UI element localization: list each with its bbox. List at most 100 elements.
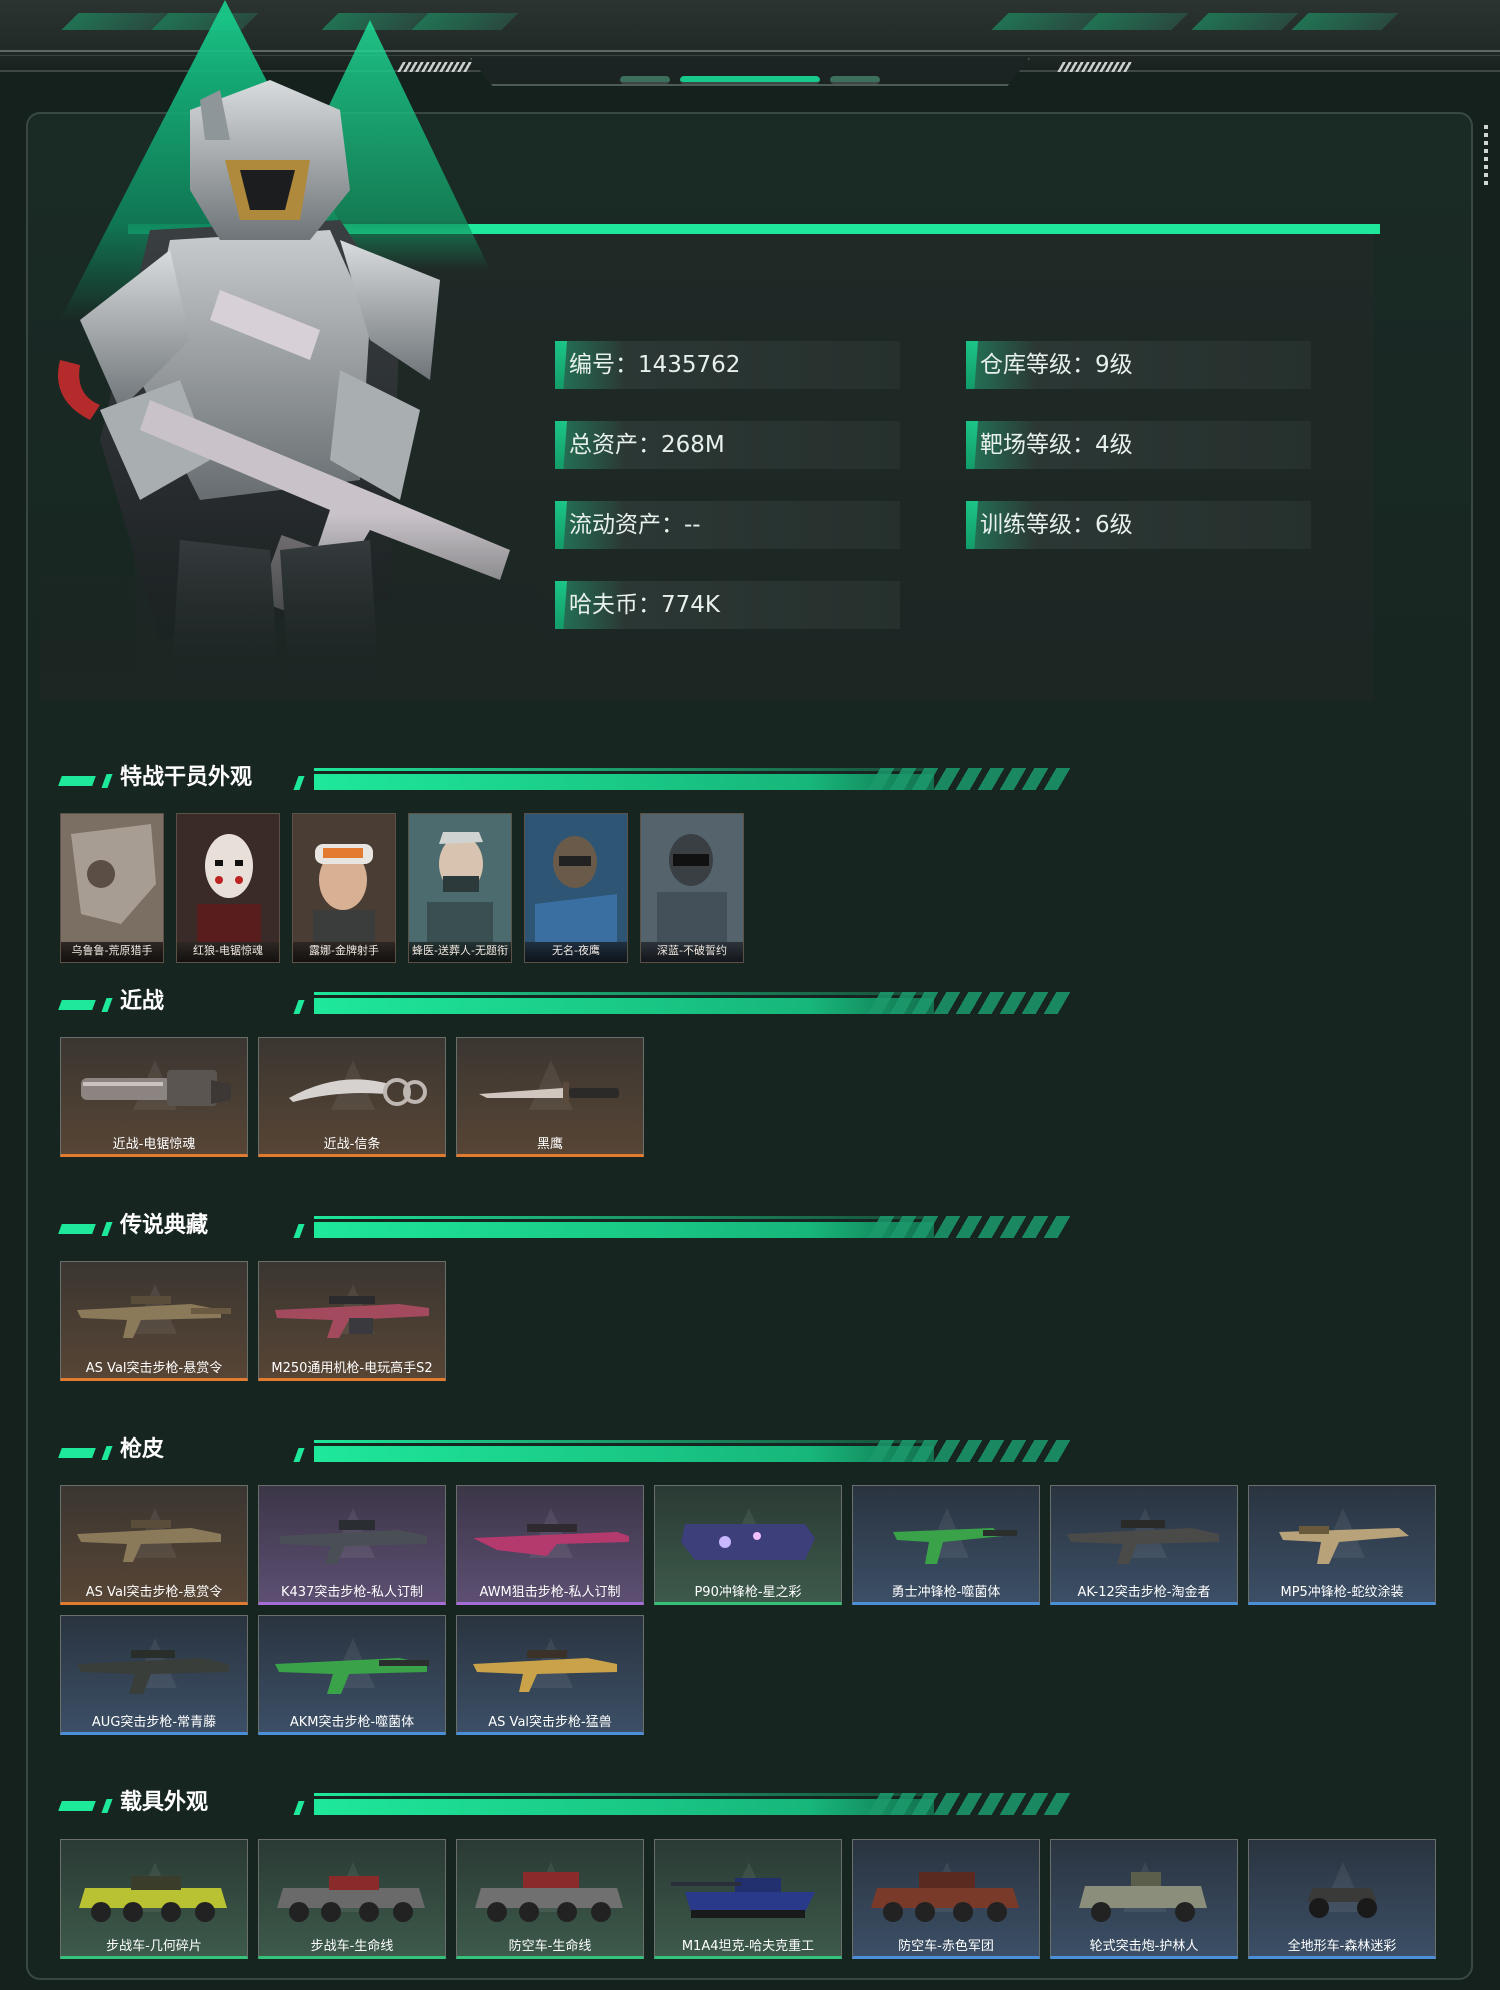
item-name: 全地形车-森林迷彩	[1287, 1939, 1397, 1954]
operator-portrait	[40, 80, 540, 700]
stat-colon: ：	[1072, 512, 1095, 538]
stat-haf-coin: 哈夫币：774K	[555, 581, 900, 629]
operator-portrait-thumb	[409, 814, 511, 942]
operator-name: 蜂医-送葬人-无题衔	[409, 940, 511, 962]
legendary-card[interactable]: M250通用机枪-电玩高手S2	[258, 1261, 446, 1381]
vehicle-card[interactable]: 步战车-生命线	[258, 1839, 446, 1959]
stat-value: 774K	[661, 592, 720, 618]
melee-card[interactable]: 黑鹰	[456, 1037, 644, 1157]
operator-card[interactable]: 露娜-金牌射手	[292, 813, 396, 963]
operator-name: 无名-夜鹰	[525, 940, 627, 962]
rifle-icon	[473, 1650, 617, 1692]
melee-card[interactable]: 近战-电锯惊魂	[60, 1037, 248, 1157]
ifv-icon	[79, 1876, 227, 1922]
vehicle-card[interactable]: 防空车-赤色军团	[852, 1839, 1040, 1959]
vehicle-card[interactable]: M1A4坦克-哈夫克重工	[654, 1839, 842, 1959]
operator-card[interactable]: 红狼-电锯惊魂	[176, 813, 280, 963]
header-dashes	[397, 62, 473, 72]
stat-label: 总资产	[569, 432, 638, 458]
stat-liquid-assets: 流动资产：--	[555, 501, 900, 549]
skin-card[interactable]: AS Val突击步枪-悬赏令	[60, 1485, 248, 1605]
vehicle-card[interactable]: 防空车-生命线	[456, 1839, 644, 1959]
item-name: 近战-电锯惊魂	[112, 1137, 196, 1152]
atv-icon	[1307, 1888, 1377, 1918]
stat-value: 268M	[661, 432, 725, 458]
item-name: 近战-信条	[323, 1137, 381, 1152]
stat-label: 仓库等级	[980, 352, 1072, 378]
stat-value: 6级	[1095, 512, 1133, 538]
header-dashes	[1057, 62, 1133, 72]
item-name: 防空车-赤色军团	[898, 1939, 994, 1954]
rifle-icon	[77, 1296, 231, 1338]
operator-name: 红狼-电锯惊魂	[177, 940, 279, 962]
operator-card[interactable]: 无名-夜鹰	[524, 813, 628, 963]
stat-label: 靶场等级	[980, 432, 1072, 458]
legendary-card[interactable]: AS Val突击步枪-悬赏令	[60, 1261, 248, 1381]
stat-label: 编号	[569, 352, 615, 378]
skin-card[interactable]: 勇士冲锋枪-噬菌体	[852, 1485, 1040, 1605]
item-name: AK-12突击步枪-淘金者	[1077, 1585, 1211, 1600]
skin-card[interactable]: AUG突击步枪-常青藤	[60, 1615, 248, 1735]
operator-name: 乌鲁鲁-荒原猎手	[61, 940, 163, 962]
skin-card[interactable]: AKM突击步枪-噬菌体	[258, 1615, 446, 1735]
vehicle-card[interactable]: 全地形车-森林迷彩	[1248, 1839, 1436, 1959]
melee-card[interactable]: 近战-信条	[258, 1037, 446, 1157]
stat-label: 流动资产	[569, 512, 661, 538]
operator-name: 深蓝-不破誓约	[641, 940, 743, 962]
stat-total-assets: 总资产：268M	[555, 421, 900, 469]
stat-warehouse-level: 仓库等级：9级	[966, 341, 1311, 389]
assault-gun-icon	[1079, 1872, 1207, 1922]
stat-range-level: 靶场等级：4级	[966, 421, 1311, 469]
operator-card[interactable]: 蜂医-送葬人-无题衔	[408, 813, 512, 963]
header-stripe	[1081, 13, 1189, 30]
skin-card[interactable]: P90冲锋枪-星之彩	[654, 1485, 842, 1605]
vehicle-card[interactable]: 步战车-几何碎片	[60, 1839, 248, 1959]
operator-portrait-thumb	[293, 814, 395, 942]
operator-card[interactable]: 深蓝-不破誓约	[640, 813, 744, 963]
item-name: 勇士冲锋枪-噬菌体	[891, 1585, 1001, 1600]
sniper-rifle-icon	[473, 1524, 629, 1556]
vehicle-card[interactable]: 轮式突击炮-护林人	[1050, 1839, 1238, 1959]
section-header-operators: 特战干员外观	[58, 760, 1071, 796]
skin-card[interactable]: K437突击步枪-私人订制	[258, 1485, 446, 1605]
aa-vehicle-icon	[475, 1872, 623, 1922]
header-indicator	[620, 76, 670, 84]
smg-icon	[893, 1528, 1017, 1564]
frame-dots-decoration	[1484, 125, 1488, 185]
smg-icon	[681, 1524, 815, 1560]
stat-value: --	[684, 512, 701, 538]
machine-gun-icon	[275, 1296, 429, 1338]
section-title: 传说典藏	[120, 1213, 209, 1238]
item-name: 步战车-几何碎片	[106, 1939, 202, 1954]
operator-portrait-thumb	[61, 814, 163, 942]
section-header-melee: 近战	[58, 984, 1071, 1020]
stat-colon: ：	[661, 512, 684, 538]
section-header-skins: 枪皮	[58, 1432, 1071, 1468]
header-stripe	[411, 13, 519, 30]
skin-card[interactable]: MP5冲锋枪-蛇纹涂装	[1248, 1485, 1436, 1605]
stat-id: 编号：1435762	[555, 341, 900, 389]
stat-colon: ：	[1072, 352, 1095, 378]
item-name: AS Val突击步枪-悬赏令	[85, 1361, 223, 1376]
skin-card[interactable]: AK-12突击步枪-淘金者	[1050, 1485, 1238, 1605]
skin-card[interactable]: AWM狙击步枪-私人订制	[456, 1485, 644, 1605]
section-title: 枪皮	[120, 1437, 165, 1462]
skin-card[interactable]: AS Val突击步枪-猛兽	[456, 1615, 644, 1735]
header-stripe	[1291, 13, 1399, 30]
section-header-legendary: 传说典藏	[58, 1208, 1071, 1244]
rifle-icon	[279, 1520, 427, 1564]
item-name: 步战车-生命线	[310, 1939, 394, 1954]
chainsaw-icon	[81, 1070, 231, 1106]
item-name: K437突击步枪-私人订制	[280, 1585, 424, 1600]
item-name: 黑鹰	[536, 1137, 563, 1152]
stat-colon: ：	[638, 432, 661, 458]
item-name: AS Val突击步枪-悬赏令	[85, 1585, 223, 1600]
operator-card[interactable]: 乌鲁鲁-荒原猎手	[60, 813, 164, 963]
header-indicator-active	[680, 76, 820, 84]
operator-name: 露娜-金牌射手	[293, 940, 395, 962]
stat-colon: ：	[615, 352, 638, 378]
rifle-icon	[77, 1650, 229, 1694]
aa-vehicle-icon	[871, 1872, 1019, 1922]
item-name: AWM狙击步枪-私人订制	[479, 1585, 621, 1600]
stat-label: 训练等级	[980, 512, 1072, 538]
